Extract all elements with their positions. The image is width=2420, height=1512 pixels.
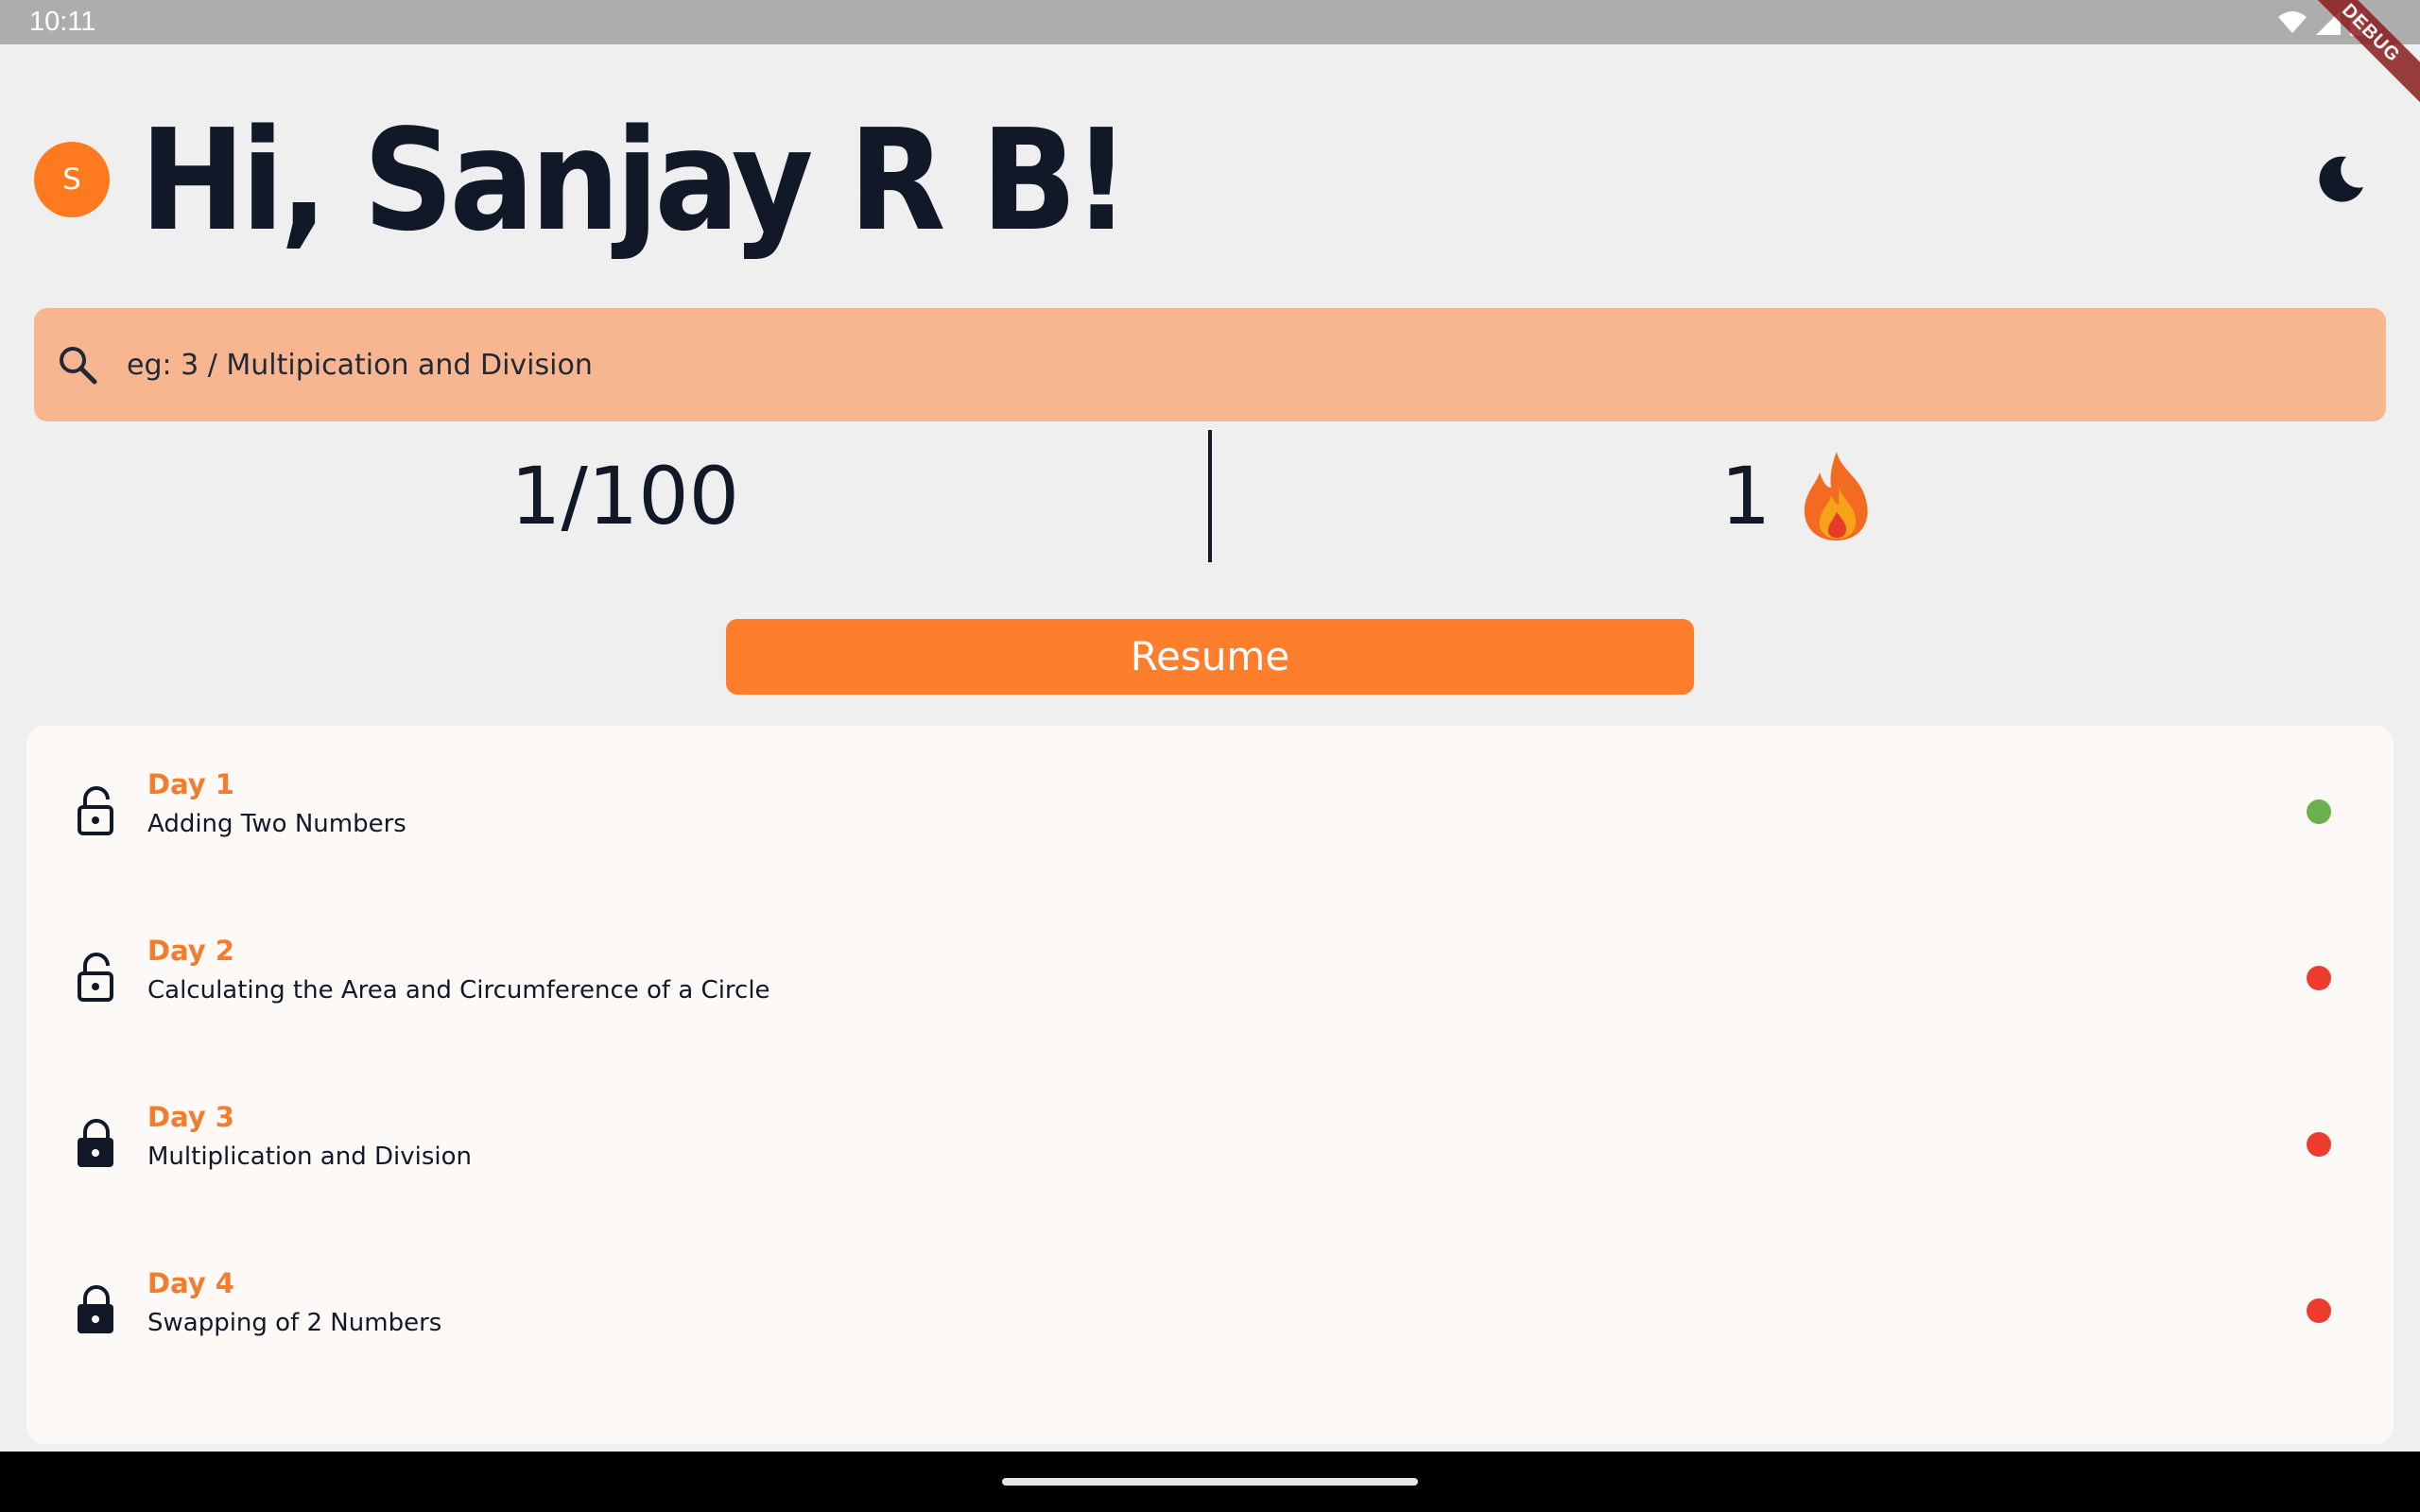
progress-count: 1/100 bbox=[510, 450, 740, 542]
fire-icon bbox=[1805, 452, 1869, 541]
status-dot bbox=[2307, 966, 2331, 990]
lesson-day: Day 4 bbox=[147, 1267, 234, 1299]
lesson-list: Day 1 Adding Two Numbers Day 2 Calculati… bbox=[26, 726, 2394, 1444]
unlocked-icon bbox=[78, 786, 113, 835]
page-title: Hi, Sanjay R B! bbox=[140, 99, 1131, 262]
lesson-item-day-4[interactable]: Day 4 Swapping of 2 Numbers bbox=[26, 1225, 2394, 1391]
navigation-bar bbox=[0, 1452, 2420, 1512]
resume-button[interactable]: Resume bbox=[726, 619, 1694, 695]
wifi-icon bbox=[2278, 11, 2307, 33]
status-dot bbox=[2307, 1132, 2331, 1157]
lesson-title: Multiplication and Division bbox=[147, 1143, 472, 1171]
status-dot bbox=[2307, 799, 2331, 824]
stats-divider bbox=[1208, 430, 1212, 562]
lesson-day: Day 1 bbox=[147, 768, 234, 800]
search-input[interactable] bbox=[127, 336, 2301, 393]
lesson-title: Swapping of 2 Numbers bbox=[147, 1309, 442, 1337]
unlocked-icon bbox=[78, 953, 113, 1002]
lesson-title: Adding Two Numbers bbox=[147, 810, 406, 838]
lesson-item-day-3[interactable]: Day 3 Multiplication and Division bbox=[26, 1058, 2394, 1225]
search-bar[interactable] bbox=[34, 308, 2386, 421]
lesson-day: Day 3 bbox=[147, 1101, 234, 1133]
lesson-item-day-1[interactable]: Day 1 Adding Two Numbers bbox=[26, 726, 2394, 892]
status-dot bbox=[2307, 1298, 2331, 1323]
lock-icon bbox=[78, 1285, 113, 1333]
lock-icon bbox=[78, 1119, 113, 1167]
moon-icon bbox=[2319, 156, 2363, 202]
avatar-initial: S bbox=[62, 163, 81, 197]
lesson-item-day-2[interactable]: Day 2 Calculating the Area and Circumfer… bbox=[26, 892, 2394, 1058]
theme-toggle-button[interactable] bbox=[2314, 153, 2367, 206]
status-time: 10:11 bbox=[29, 7, 96, 37]
lesson-day: Day 2 bbox=[147, 935, 234, 967]
streak-count: 1 bbox=[1720, 444, 1876, 548]
status-bar: 10:11 bbox=[0, 0, 2420, 44]
home-indicator[interactable] bbox=[1002, 1478, 1418, 1486]
lesson-title: Calculating the Area and Circumference o… bbox=[147, 976, 770, 1005]
avatar[interactable]: S bbox=[34, 142, 110, 217]
search-icon bbox=[60, 347, 97, 385]
streak-value: 1 bbox=[1720, 450, 1772, 542]
